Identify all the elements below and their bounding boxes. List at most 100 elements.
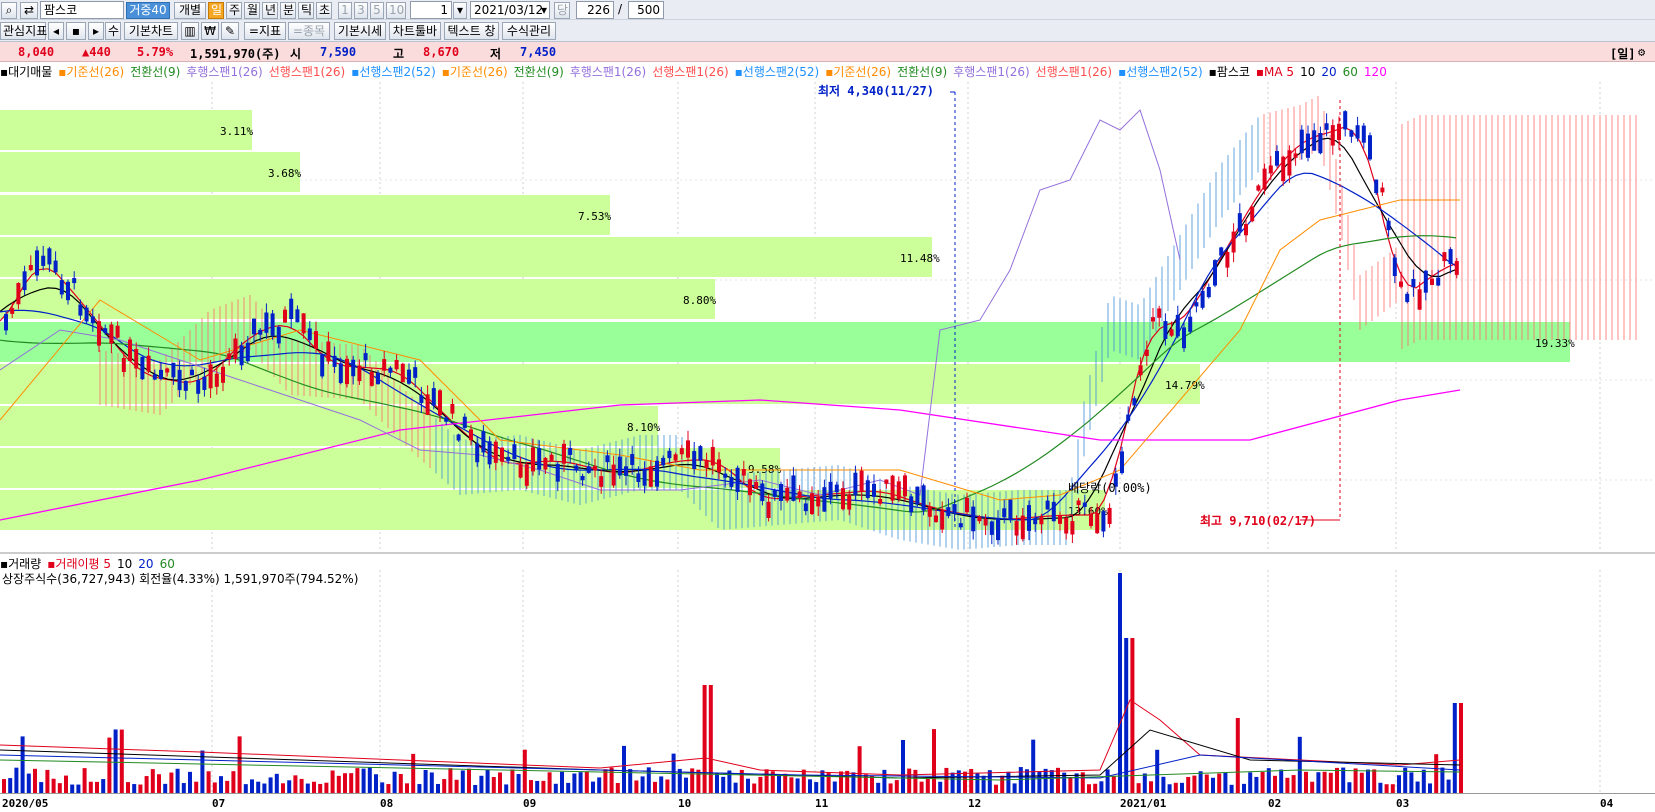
candle-body [748,479,752,496]
volume-bar [206,771,211,793]
candle-body [152,374,157,380]
x-tick-label: 09 [523,797,537,810]
volume-bar [1397,775,1401,793]
volume-legend-item-3: 20 [138,557,154,571]
candle-body [462,416,467,428]
candle-body [1411,278,1416,288]
candle-body [1082,502,1087,507]
volume-bar [305,783,310,793]
volume-bar [448,768,453,793]
candle-body [481,431,486,453]
volume-bar [107,737,112,793]
candle-body [1330,125,1335,146]
candle-body [72,278,77,284]
candle-body [1182,327,1186,349]
candle-body [921,485,926,511]
candle-body [1355,125,1360,139]
volume-bar [231,771,236,793]
candle-body [252,318,256,335]
volume-bar [454,779,459,793]
volume-bar [113,729,118,793]
volume-bar [857,746,862,793]
candle-body [66,281,70,301]
volume-bar [1006,771,1011,793]
candle-body [233,338,238,360]
volume-bar [814,782,819,793]
volume-bar [169,772,174,793]
candle-body [444,417,449,422]
volume-bar [832,781,837,793]
volume-bar [1378,782,1383,793]
candle-body [450,404,455,414]
volume-bar [969,768,974,793]
volume-bar [541,780,546,793]
volume-bar [256,781,261,793]
candle-body [593,465,597,471]
candle-body [338,363,343,383]
candle-body [760,483,765,502]
candle-body [555,463,560,482]
candle-body [1051,501,1056,522]
candle-body [537,448,542,470]
volume-bar [175,768,180,793]
volume-bar [144,776,149,793]
candle-body [723,473,728,478]
candle-body [1268,165,1273,174]
volume-bar [994,784,998,793]
volume-bar [622,745,626,793]
candle-body [431,388,436,406]
candle-body [1442,252,1447,262]
volume-bar [274,773,279,793]
volume-bar [1260,772,1265,793]
candle-body [307,328,312,341]
volume-bar [268,777,273,793]
candle-body [407,369,411,384]
volume-bar [82,768,87,793]
volume-bar [1031,739,1036,793]
candle-body [196,380,201,394]
volume-bar [572,773,577,793]
volume-profile-label: 7.53% [578,210,611,223]
candle-body [1188,316,1193,332]
low-annotation: 최저 4,340(11/27) [818,84,935,98]
candle-body [630,454,635,465]
price-chart[interactable]: 3.11% 3.68% 7.53% 11.48% 8.80% 19.33% 14.79% 8.… [0,0,1655,812]
volume-bar [1012,783,1017,793]
volume-bar [126,782,130,793]
volume-bar [1242,783,1246,793]
candle-body [859,470,864,492]
x-axis: 2020/05 07 08 09 10 11 12 2021/01 02 03 04 [0,793,1655,812]
volume-bar [702,685,707,793]
candle-body [940,510,945,530]
candle-body [1380,187,1385,193]
volume-bar [783,773,788,793]
volume-bar [498,772,502,793]
candle-body [1002,508,1007,518]
candle-body [785,487,790,501]
volume-bar [14,767,19,793]
volume-bar [547,772,552,793]
volume-bar [1025,769,1029,793]
volume-bar [57,783,62,793]
volume-bar [894,780,899,793]
volume-bar [318,783,323,793]
volume-bar [479,775,484,793]
candle-body [1095,512,1100,534]
candle-body [872,483,876,497]
volume-bar [1353,768,1358,793]
candle-body [78,304,83,316]
volume-bar [882,769,887,793]
x-tick-label: 02 [1268,797,1282,810]
candle-body [1306,133,1310,158]
volume-bar [1037,771,1042,793]
volume-bar [504,784,509,793]
candle-body [834,484,839,493]
candle-body [605,455,610,463]
volume-bar [808,779,812,793]
volume-bar [467,768,471,793]
candle-body [989,521,994,535]
volume-bar [423,769,428,793]
volume-bar [1167,784,1172,793]
volume-bar [1186,776,1191,793]
volume-bar [374,774,378,793]
